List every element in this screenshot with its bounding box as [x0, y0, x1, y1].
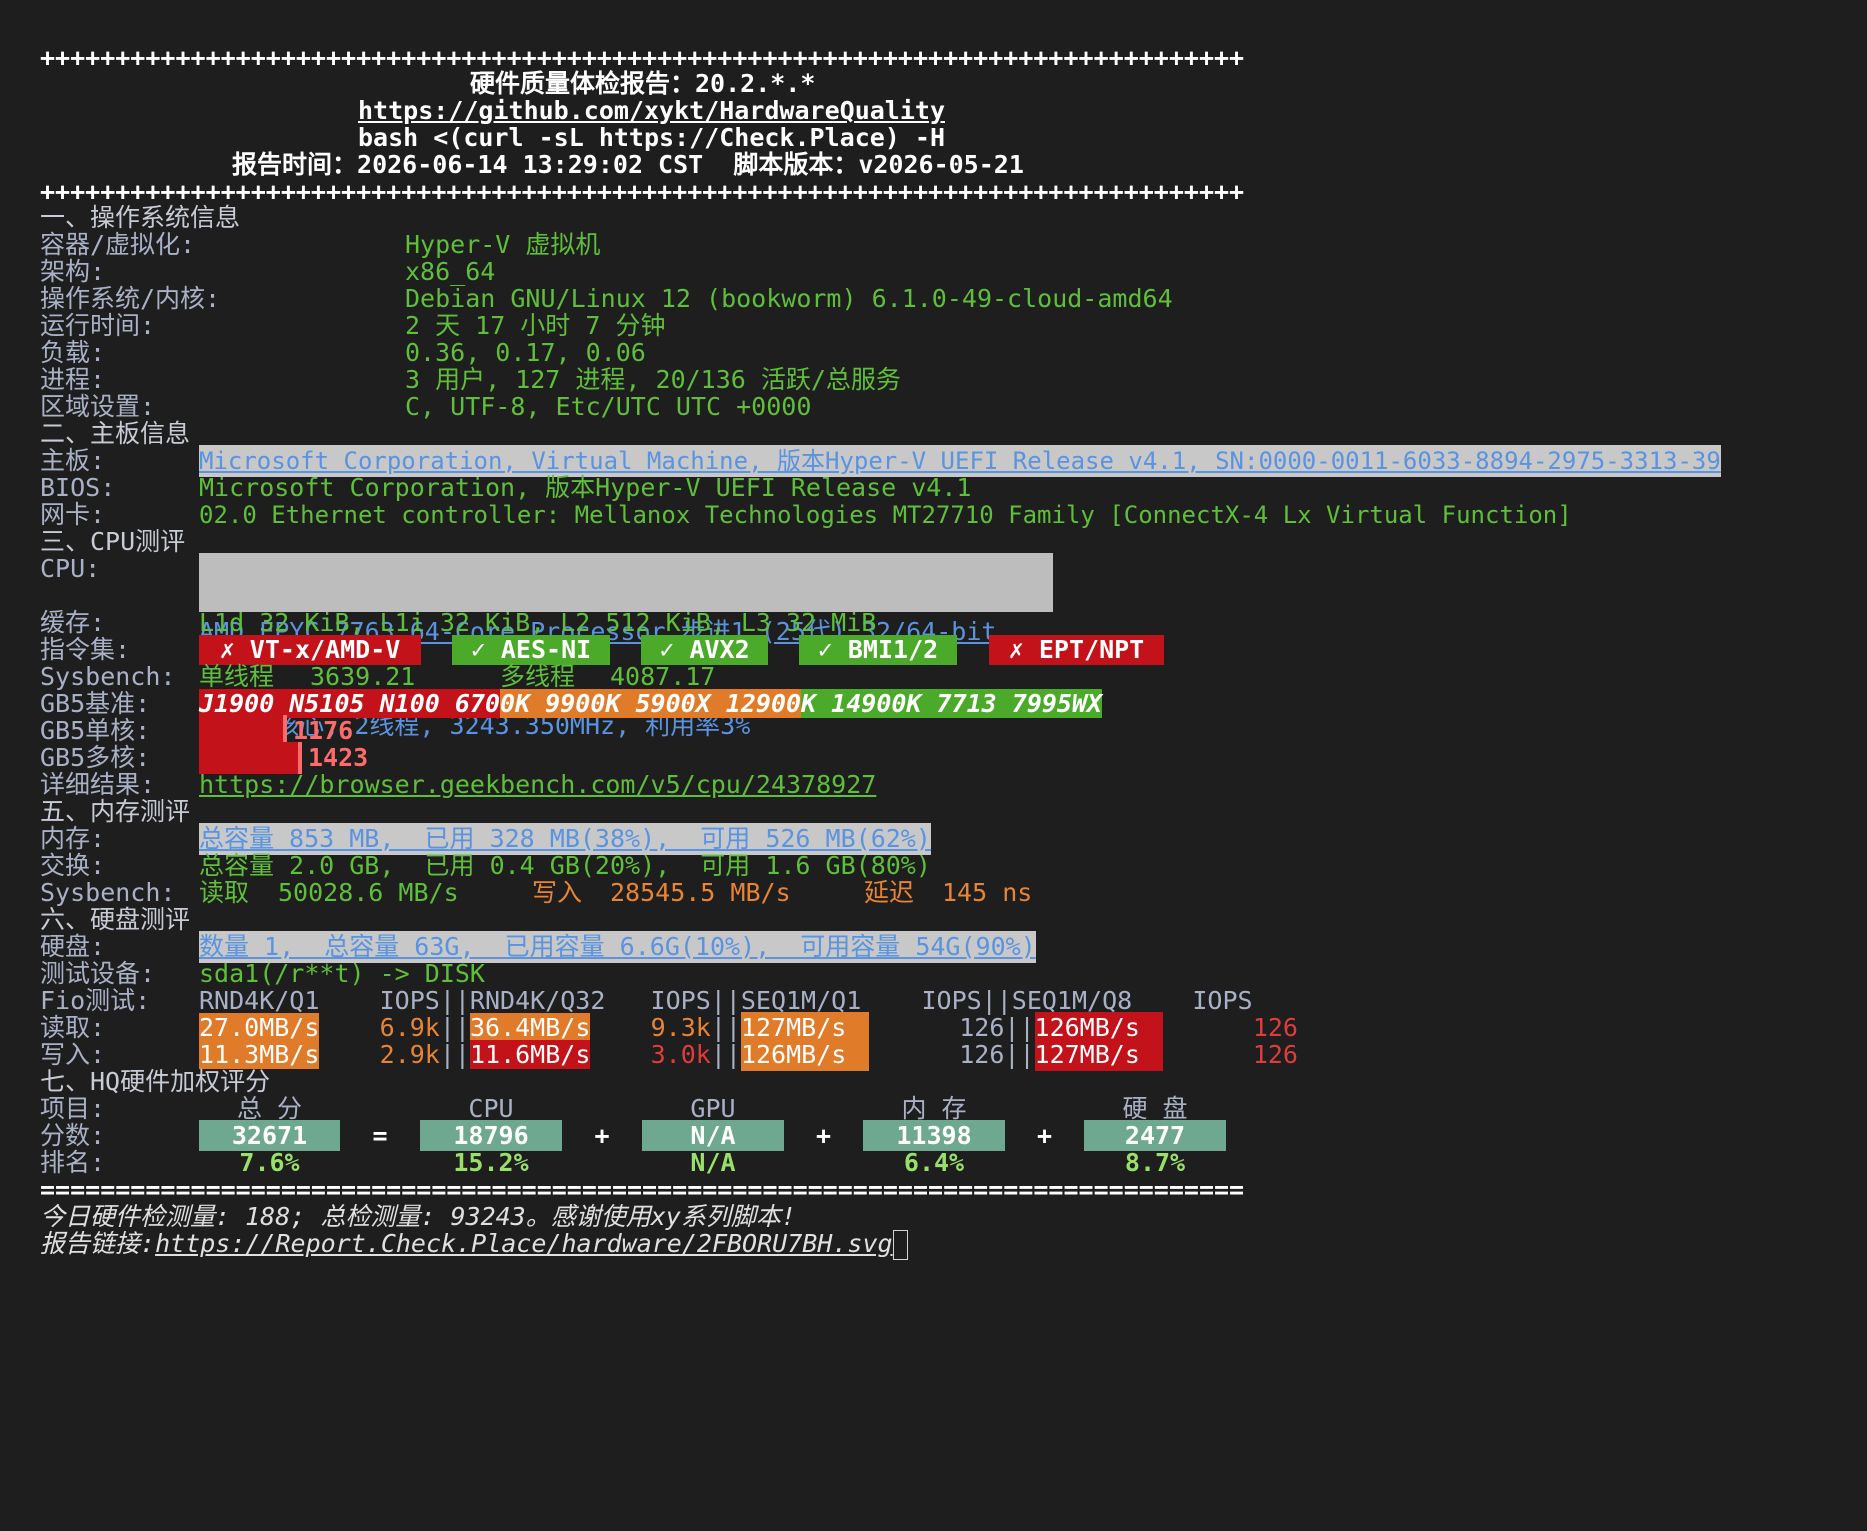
- score-op-plus-2: +: [815, 1121, 832, 1150]
- isa-badge-ept: ✗ EPT/NPT: [989, 635, 1164, 665]
- fio-write-seq1m-q8: 127MB/s: [1034, 1039, 1163, 1071]
- fio-write-row: 11.3MB/s 2.9k||11.6MB/s 3.0k||126MB/s 12…: [199, 1039, 1298, 1071]
- report-link-line: 报告链接:https://Report.Check.Place/hardware…: [40, 1228, 908, 1260]
- fio-read-seq1m-q8-iops: 126: [1252, 1013, 1298, 1042]
- mem-read-label: 读取: [199, 878, 250, 907]
- fio-read-rnd4k-q32-iops: 9.3k: [650, 1013, 711, 1042]
- nic-value: 02.0 Ethernet controller: Mellanox Techn…: [199, 501, 1572, 529]
- fio-read-seq1m-q1-iops: 126: [959, 1013, 1005, 1042]
- terminal-window[interactable]: ++++++++++++++++++++++++++++++++++++++++…: [0, 0, 1867, 1531]
- score-op-plus-1: +: [594, 1121, 610, 1150]
- report-link[interactable]: https://Report.Check.Place/hardware/2FBO…: [155, 1229, 893, 1258]
- mem-write-value: 28545.5 MB/s: [610, 878, 791, 907]
- fio-write-rnd4k-q1: 11.3MB/s: [199, 1040, 320, 1069]
- cpu-box: AMD EPYC 7763 64-Core Processor 步进1 (25代…: [199, 553, 1053, 740]
- fio-write-rnd4k-q32-iops: 3.0k: [650, 1040, 711, 1069]
- gb5-base-red: J1900 N5105 N100 670: [199, 689, 501, 718]
- mem-lat-value: 145 ns: [942, 878, 1033, 907]
- report-link-label: 报告链接:: [40, 1229, 156, 1258]
- terminal-cursor: [892, 1230, 908, 1260]
- report-time: 2026-06-14 13:29:02 CST: [357, 150, 704, 179]
- fio-write-seq1m-q1: 126MB/s: [740, 1039, 869, 1071]
- fio-read-rnd4k-q1-iops: 6.9k: [379, 1013, 440, 1042]
- gb5-base-green: K 14900K 7713 7995WX: [801, 689, 1103, 718]
- os-value-locale: C, UTF-8, Etc/UTC UTC +0000: [405, 392, 812, 421]
- gb5-base-orange: 0K 9900K 5900X 12900: [500, 689, 802, 718]
- score-op-plus-3: +: [1036, 1121, 1053, 1150]
- fio-read-rnd4k-q32: 36.4MB/s: [469, 1013, 591, 1042]
- isa-row: ✗ VT-x/AMD-V ✓ AES-NI ✓ AVX2 ✓ BMI1/2 ✗ …: [0, 634, 1867, 666]
- fio-read-rnd4k-q1: 27.0MB/s: [199, 1013, 320, 1042]
- mem-read-value: 50028.6 MB/s: [278, 878, 459, 907]
- cpu-label: CPU:: [40, 554, 101, 583]
- mem-write-label: 写入: [532, 878, 583, 907]
- fio-write-rnd4k-q32: 11.6MB/s: [469, 1040, 591, 1069]
- report-time-label: 报告时间：: [232, 150, 358, 179]
- fio-write-seq1m-q1-iops: 126: [959, 1040, 1005, 1069]
- script-version-label: 脚本版本：: [733, 150, 859, 179]
- script-version: v2026-05-21: [858, 150, 1024, 179]
- geekbench-link[interactable]: https://browser.geekbench.com/v5/cpu/243…: [199, 769, 876, 801]
- mem-lat-label: 延迟: [864, 878, 915, 907]
- fio-write-seq1m-q8-iops: 126: [1252, 1040, 1298, 1069]
- score-op-eq: =: [372, 1121, 388, 1150]
- fio-write-rnd4k-q1-iops: 2.9k: [379, 1040, 440, 1069]
- isa-badge-bmi: ✓ BMI1/2: [799, 635, 957, 665]
